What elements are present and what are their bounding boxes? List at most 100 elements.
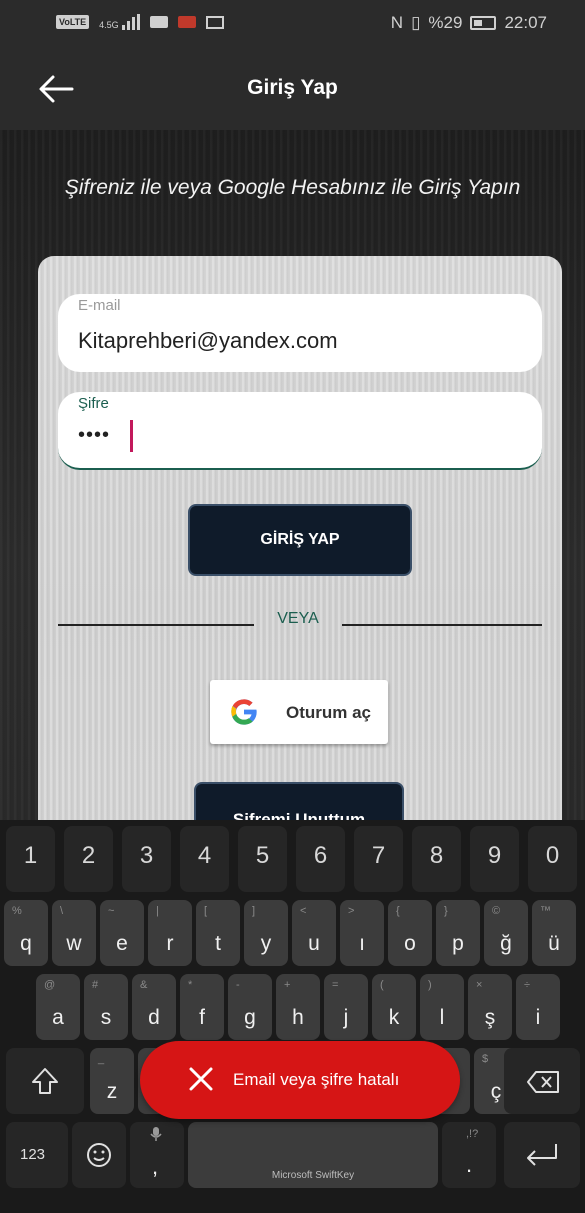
key-hint: { xyxy=(396,905,400,917)
key-6[interactable]: 6 xyxy=(296,826,345,892)
password-value[interactable]: •••• xyxy=(78,424,110,447)
key-label: k xyxy=(388,1006,400,1029)
key-o[interactable]: {o xyxy=(388,900,432,966)
divider-left xyxy=(58,624,254,626)
key-hint: ] xyxy=(252,905,256,917)
key-d[interactable]: & d xyxy=(132,974,176,1040)
comma-label: , xyxy=(152,1154,159,1179)
key-hint: ) xyxy=(428,979,432,991)
key-hint: × xyxy=(476,979,483,991)
key-hint: ~ xyxy=(108,905,115,917)
key-8[interactable]: 8 xyxy=(412,826,461,892)
backspace-icon xyxy=(527,1071,559,1093)
enter-icon xyxy=(527,1144,557,1166)
login-subtitle: Şifreniz ile veya Google Hesabınız ile G… xyxy=(64,176,521,199)
key-1[interactable]: 1 xyxy=(6,826,55,892)
key-ı[interactable]: > ı xyxy=(340,900,384,966)
key-hint: ™ xyxy=(540,905,551,917)
key-hint: < xyxy=(300,905,307,917)
nfc-icon: N xyxy=(390,13,404,32)
key-label: 8 xyxy=(429,842,444,869)
app-notification-icon xyxy=(177,16,196,28)
key-z[interactable]: _ z xyxy=(90,1048,134,1114)
key-hint: | xyxy=(156,905,159,917)
key-r[interactable]: | r xyxy=(148,900,192,966)
key-hint: # xyxy=(92,979,99,991)
key-j[interactable]: = j xyxy=(324,974,368,1040)
key-label: 5 xyxy=(255,842,270,869)
shift-key[interactable] xyxy=(6,1048,84,1114)
key-label: w xyxy=(66,932,82,955)
volte-badge: VoLTE xyxy=(56,15,90,29)
key-p[interactable]: } p xyxy=(436,900,480,966)
google-signin-button[interactable]: Oturum aç xyxy=(210,680,388,744)
key-5[interactable]: 5 xyxy=(238,826,287,892)
app-bar: Giriş Yap xyxy=(0,50,585,130)
key-u[interactable]: < u xyxy=(292,900,336,966)
key-k[interactable]: (k xyxy=(372,974,416,1040)
key-label: 2 xyxy=(81,842,96,869)
battery-percent: %29 xyxy=(428,13,463,32)
network-type: 4.5G xyxy=(99,20,119,30)
key-4[interactable]: 4 xyxy=(180,826,229,892)
key-h[interactable]: + h xyxy=(276,974,320,1040)
key-a[interactable]: @ a xyxy=(36,974,80,1040)
key-label: z xyxy=(106,1080,118,1103)
password-field[interactable]: Şifre •••• xyxy=(58,392,542,470)
key-9[interactable]: 9 xyxy=(470,826,519,892)
login-button[interactable]: GİRİŞ YAP xyxy=(188,504,412,576)
key-q[interactable]: % q xyxy=(4,900,48,966)
key-s[interactable]: # s xyxy=(84,974,128,1040)
numbers-key[interactable]: 123 xyxy=(6,1122,68,1188)
key-g[interactable]: -g xyxy=(228,974,272,1040)
email-value[interactable]: Kitaprehberi@yandex.com xyxy=(78,328,338,354)
key-i[interactable]: ÷ i xyxy=(516,974,560,1040)
key-label: l xyxy=(439,1006,445,1029)
key-hint: + xyxy=(284,979,291,991)
key-2[interactable]: 2 xyxy=(64,826,113,892)
backspace-key[interactable] xyxy=(504,1048,580,1114)
key-3[interactable]: 3 xyxy=(122,826,171,892)
google-icon xyxy=(231,699,258,725)
key-label: 4 xyxy=(197,842,212,869)
key-ş[interactable]: × ş xyxy=(468,974,512,1040)
key-y[interactable]: ] y xyxy=(244,900,288,966)
battery-icon xyxy=(470,16,497,30)
period-key[interactable]: ,!?. xyxy=(442,1122,496,1188)
key-label: u xyxy=(308,932,320,955)
key-hint: > xyxy=(348,905,355,917)
key-ğ[interactable]: © ğ xyxy=(484,900,528,966)
key-e[interactable]: ~ e xyxy=(100,900,144,966)
status-left: VoLTE 4.5G xyxy=(56,14,224,30)
key-t[interactable]: [t xyxy=(196,900,240,966)
email-field[interactable]: E-mail Kitaprehberi@yandex.com xyxy=(58,294,542,372)
key-hint: } xyxy=(444,905,448,917)
punct-hint: ,!? xyxy=(466,1128,479,1140)
key-l[interactable]: ) l xyxy=(420,974,464,1040)
key-hint: © xyxy=(492,905,501,917)
key-ü[interactable]: ™ ü xyxy=(532,900,576,966)
enter-key[interactable] xyxy=(504,1122,580,1188)
page-title: Giriş Yap xyxy=(247,76,338,99)
key-label: a xyxy=(52,1006,64,1029)
comma-key[interactable]: , xyxy=(130,1122,184,1188)
key-label: t xyxy=(215,932,221,955)
key-7[interactable]: 7 xyxy=(354,826,403,892)
key-hint: * xyxy=(188,979,193,991)
or-divider-text: VEYA xyxy=(277,610,319,627)
key-label: 7 xyxy=(371,842,386,869)
key-w[interactable]: \ w xyxy=(52,900,96,966)
network-indicator: 4.5G xyxy=(99,14,140,30)
emoji-icon xyxy=(87,1143,111,1167)
emoji-key[interactable] xyxy=(72,1122,126,1188)
key-label: 9 xyxy=(487,842,502,869)
key-label: e xyxy=(116,932,128,955)
key-hint: _ xyxy=(98,1053,105,1065)
key-f[interactable]: * f xyxy=(180,974,224,1040)
key-label: h xyxy=(292,1006,304,1029)
key-label: ü xyxy=(548,932,560,955)
toast-message: Email veya şifre hatalı xyxy=(233,1070,400,1089)
key-0[interactable]: 0 xyxy=(528,826,577,892)
space-label: Microsoft SwiftKey xyxy=(271,1170,355,1181)
space-key[interactable]: Microsoft SwiftKey xyxy=(188,1122,438,1188)
